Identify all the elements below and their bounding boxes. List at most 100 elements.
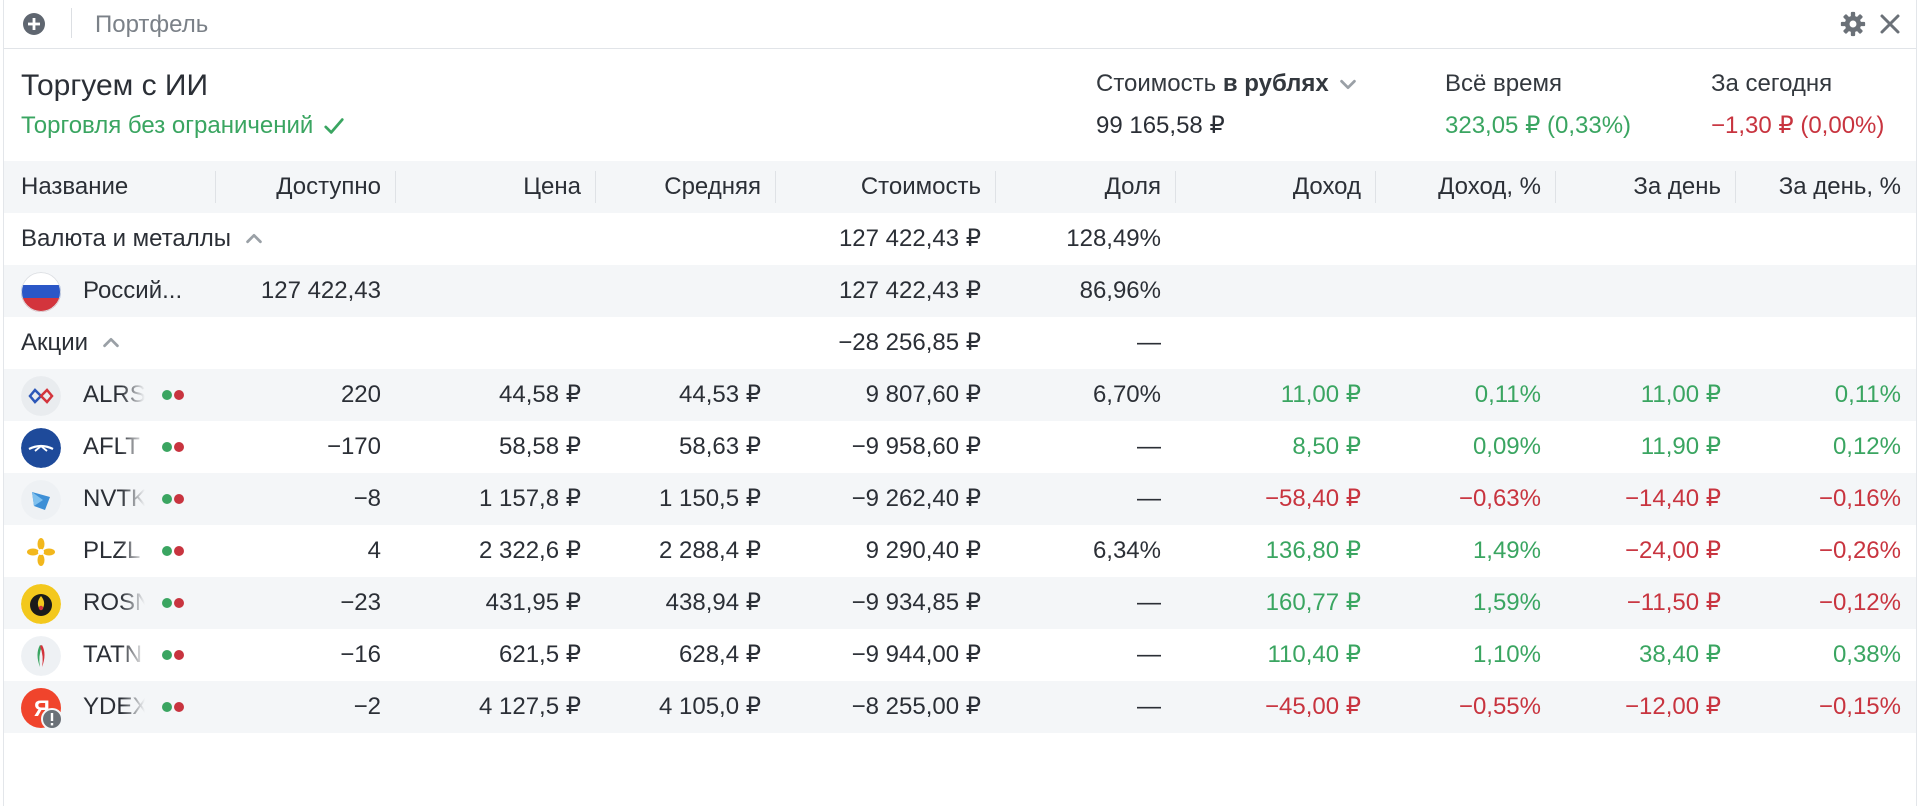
col-day-pct-header[interactable]: За день, % xyxy=(1736,161,1901,213)
cell-day-pct: −0,26% xyxy=(1818,537,1901,564)
col-price-header[interactable]: Цена xyxy=(396,161,581,213)
group-label: Акции xyxy=(21,317,122,369)
table-row[interactable]: NVTK −8 1 157,8 ₽ 1 150,5 ₽ −9 262,40 ₽ … xyxy=(4,473,1916,525)
chevron-up-icon[interactable] xyxy=(100,332,122,354)
cell-share: — xyxy=(1137,485,1161,512)
cell-available: −23 xyxy=(340,589,381,616)
col-name-header[interactable]: Название xyxy=(21,161,128,213)
portfolio-value-stat: Стоимость в рублях 99 165,58 ₽ xyxy=(1096,70,1359,140)
today-stat: За сегодня −1,30 ₽ (0,00%) xyxy=(1711,70,1884,140)
market-status-icon xyxy=(162,598,188,608)
cell-income: 136,80 ₽ xyxy=(1265,537,1361,564)
cell-income: 160,77 ₽ xyxy=(1265,589,1361,616)
cell-day: 11,00 ₽ xyxy=(1640,381,1721,408)
rosneft-logo-icon xyxy=(21,584,61,624)
cell-share: — xyxy=(1137,433,1161,460)
cell-income: 110,40 ₽ xyxy=(1267,641,1361,668)
cell-price: 1 157,8 ₽ xyxy=(478,485,581,512)
ticker: ALRS xyxy=(83,369,145,421)
col-income-pct-header[interactable]: Доход, % xyxy=(1376,161,1541,213)
cell-available: 127 422,43 xyxy=(260,277,381,304)
col-day-header[interactable]: За день xyxy=(1556,161,1721,213)
col-share-header[interactable]: Доля xyxy=(996,161,1161,213)
cell-available: −2 xyxy=(353,693,381,720)
table-row[interactable]: AFLT −170 58,58 ₽ 58,63 ₽ −9 958,60 ₽ — … xyxy=(4,421,1916,473)
table-header: Название Доступно Цена Средняя Стоимость… xyxy=(4,161,1916,213)
cell-avg: 58,63 ₽ xyxy=(679,433,761,460)
cell-income-pct: 1,49% xyxy=(1472,537,1541,564)
cell-day-pct: 0,38% xyxy=(1832,641,1901,668)
col-income-header[interactable]: Доход xyxy=(1176,161,1361,213)
cell-share: 86,96% xyxy=(1079,277,1161,304)
cell-avg: 438,94 ₽ xyxy=(665,589,761,616)
group-row-stocks[interactable]: Акции −28 256,85 ₽ — xyxy=(4,317,1916,369)
cell-value: 9 807,60 ₽ xyxy=(865,381,981,408)
table-row[interactable]: Я YDEX −2 4 127,5 ₽ 4 105,0 ₽ −8 255,00 … xyxy=(4,681,1916,733)
cell-day: 38,40 ₽ xyxy=(1639,641,1721,668)
cell-day-pct: −0,16% xyxy=(1818,485,1901,512)
table-row[interactable]: Россий... 127 422,43 127 422,43 ₽ 86,96% xyxy=(4,265,1916,317)
positions-table: Название Доступно Цена Средняя Стоимость… xyxy=(4,161,1916,733)
market-status-icon xyxy=(162,442,188,452)
group-title: Валюта и металлы xyxy=(21,225,232,252)
cell-avg: 628,4 ₽ xyxy=(679,641,761,668)
cell-income-pct: 0,09% xyxy=(1472,433,1541,460)
market-status-icon xyxy=(162,650,188,660)
cell-available: −8 xyxy=(353,485,381,512)
cell-income: −58,40 ₽ xyxy=(1264,485,1361,512)
cell-price: 2 322,6 ₽ xyxy=(478,537,581,564)
cell-price: 4 127,5 ₽ xyxy=(478,693,581,720)
col-available-header[interactable]: Доступно xyxy=(216,161,381,213)
cell-day-pct: −0,12% xyxy=(1818,589,1901,616)
instrument-name: Россий... xyxy=(83,277,183,304)
col-value-header[interactable]: Стоимость xyxy=(776,161,981,213)
cell-price: 44,58 ₽ xyxy=(499,381,581,408)
cell-day-pct: −0,15% xyxy=(1818,693,1901,720)
gear-icon[interactable] xyxy=(1840,11,1866,37)
aeroflot-logo-icon xyxy=(21,428,61,468)
account-status-label: Торговля без ограничений xyxy=(21,112,314,139)
cell-day: −24,00 ₽ xyxy=(1624,537,1721,564)
today-value: −1,30 ₽ (0,00%) xyxy=(1711,112,1885,139)
polyus-logo-icon xyxy=(21,532,61,572)
market-status-icon xyxy=(162,390,188,400)
currency-selector[interactable]: Стоимость в рублях xyxy=(1096,70,1359,98)
close-icon[interactable] xyxy=(1878,12,1902,36)
today-label: За сегодня xyxy=(1711,70,1833,97)
cell-day: −14,40 ₽ xyxy=(1624,485,1721,512)
chevron-up-icon[interactable] xyxy=(243,228,265,250)
cell-price: 621,5 ₽ xyxy=(499,641,581,668)
table-row[interactable]: ALRS 220 44,58 ₽ 44,53 ₽ 9 807,60 ₽ 6,70… xyxy=(4,369,1916,421)
cell-price: 58,58 ₽ xyxy=(499,433,581,460)
cell-income-pct: −0,55% xyxy=(1458,693,1541,720)
plus-circle-icon[interactable] xyxy=(22,12,46,36)
cell-share: 6,70% xyxy=(1092,381,1161,408)
novatek-logo-icon xyxy=(21,480,61,520)
cell-value: 127 422,43 ₽ xyxy=(838,277,981,304)
cell-income-pct: 0,11% xyxy=(1474,381,1541,408)
cell-avg: 2 288,4 ₽ xyxy=(658,537,761,564)
value-label: Стоимость в рублях xyxy=(1096,70,1329,97)
cell-income-pct: −0,63% xyxy=(1458,485,1541,512)
group-share: — xyxy=(1137,329,1161,356)
group-share: 128,49% xyxy=(1066,225,1161,252)
cell-day: −11,50 ₽ xyxy=(1626,589,1721,616)
table-row[interactable]: PLZL 4 2 322,6 ₽ 2 288,4 ₽ 9 290,40 ₽ 6,… xyxy=(4,525,1916,577)
col-avg-header[interactable]: Средняя xyxy=(596,161,761,213)
cell-share: 6,34% xyxy=(1092,537,1161,564)
window-title: Портфель xyxy=(95,11,209,38)
window-titlebar: Портфель xyxy=(4,0,1916,49)
alltime-stat: Всё время 323,05 ₽ (0,33%) xyxy=(1445,70,1631,140)
cell-share: — xyxy=(1137,589,1161,616)
table-row[interactable]: ROSN −23 431,95 ₽ 438,94 ₽ −9 934,85 ₽ —… xyxy=(4,577,1916,629)
ticker: YDEX xyxy=(83,681,145,733)
cell-available: 4 xyxy=(367,537,381,564)
table-row[interactable]: TATN −16 621,5 ₽ 628,4 ₽ −9 944,00 ₽ — 1… xyxy=(4,629,1916,681)
cell-available: 220 xyxy=(340,381,381,408)
group-row-currency[interactable]: Валюта и металлы 127 422,43 ₽ 128,49% xyxy=(4,213,1916,265)
alltime-label: Всё время xyxy=(1445,70,1562,97)
group-value: 127 422,43 ₽ xyxy=(838,225,981,252)
cell-income: 11,00 ₽ xyxy=(1280,381,1361,408)
account-status: Торговля без ограничений xyxy=(21,112,345,140)
group-title: Акции xyxy=(21,329,89,356)
